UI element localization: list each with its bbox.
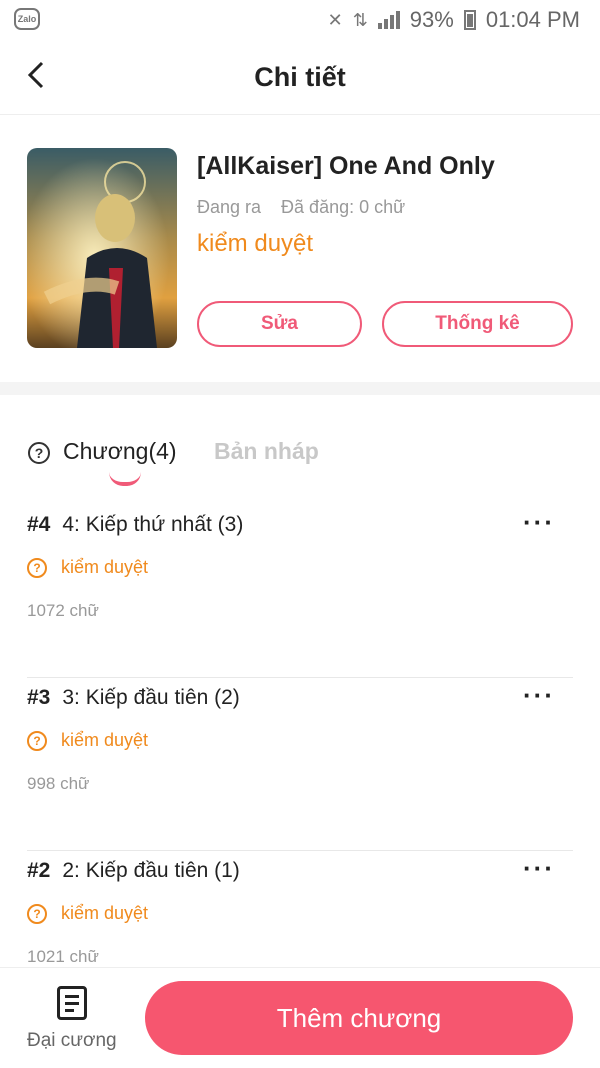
section-divider [0,382,600,395]
more-options-icon[interactable]: ··· [523,853,555,884]
tab-drafts[interactable]: Bản nháp [214,438,319,465]
header: Chi tiết [0,40,600,115]
chapter-item[interactable]: #3 3: Kiếp đầu tiên (2) ··· ? kiểm duyệt 9… [27,678,573,851]
signal-icon [377,11,400,29]
book-meta: Đang ra Đã đăng: 0 chữ [197,197,405,218]
chapter-title: 2: Kiếp đầu tiên (1) [62,859,240,882]
chapter-item[interactable]: #4 4: Kiếp thứ nhất (3) ··· ? kiểm duyệt 1… [27,505,573,678]
more-options-icon[interactable]: ··· [523,680,555,711]
chapter-status: kiểm duyệt [61,730,149,750]
statistics-button[interactable]: Thống kê [382,301,573,347]
bottom-bar: Đại cương Thêm chương [0,967,600,1068]
word-count: Đã đăng: 0 chữ [281,197,406,217]
clock: 01:04 PM [485,7,580,32]
book-cover-image[interactable] [27,148,177,348]
add-chapter-button[interactable]: Thêm chương [145,981,573,1055]
book-title: [AllKaiser] One And Only [197,152,495,180]
zalo-notification-icon: Zalo [14,8,40,30]
question-icon: ? [27,903,47,924]
help-icon[interactable]: ? [28,442,50,464]
battery-icon [463,10,476,30]
review-status: kiểm duyệt [197,230,314,257]
data-icon: ⇅ [352,9,368,30]
page-title: Chi tiết [254,62,346,92]
tab-bar: ? Chương(4) Bản nháp [0,420,600,490]
chapter-title: 4: Kiếp thứ nhất (3) [62,513,244,536]
chapter-word-count: 1021 chữ [27,947,99,966]
chapter-number: #4 [27,513,51,536]
chapter-number: #2 [27,859,51,882]
chapter-word-count: 998 chữ [27,774,90,793]
chapter-status: kiểm duyệt [61,557,149,577]
chapter-number: #3 [27,686,51,709]
edit-button[interactable]: Sửa [197,301,362,347]
question-icon: ? [27,730,47,751]
mute-icon: ✕ [327,9,343,30]
book-info: [AllKaiser] One And Only Đang ra Đã đăng:… [0,114,600,382]
outline-document-icon[interactable] [57,986,87,1020]
tab-chapters[interactable]: Chương(4) [63,438,177,465]
chapter-title: 3: Kiếp đầu tiên (2) [62,686,240,709]
battery-percent: 93% [409,7,454,32]
outline-label[interactable]: Đại cương [27,1030,117,1052]
status-bar: Zalo ✕ ⇅ 93% 01:04 PM [0,0,600,40]
book-state: Đang ra [197,197,262,217]
active-tab-indicator [109,472,141,486]
question-icon: ? [27,557,47,578]
more-options-icon[interactable]: ··· [523,507,555,538]
chapter-status: kiểm duyệt [61,903,149,923]
chapter-word-count: 1072 chữ [27,601,99,620]
